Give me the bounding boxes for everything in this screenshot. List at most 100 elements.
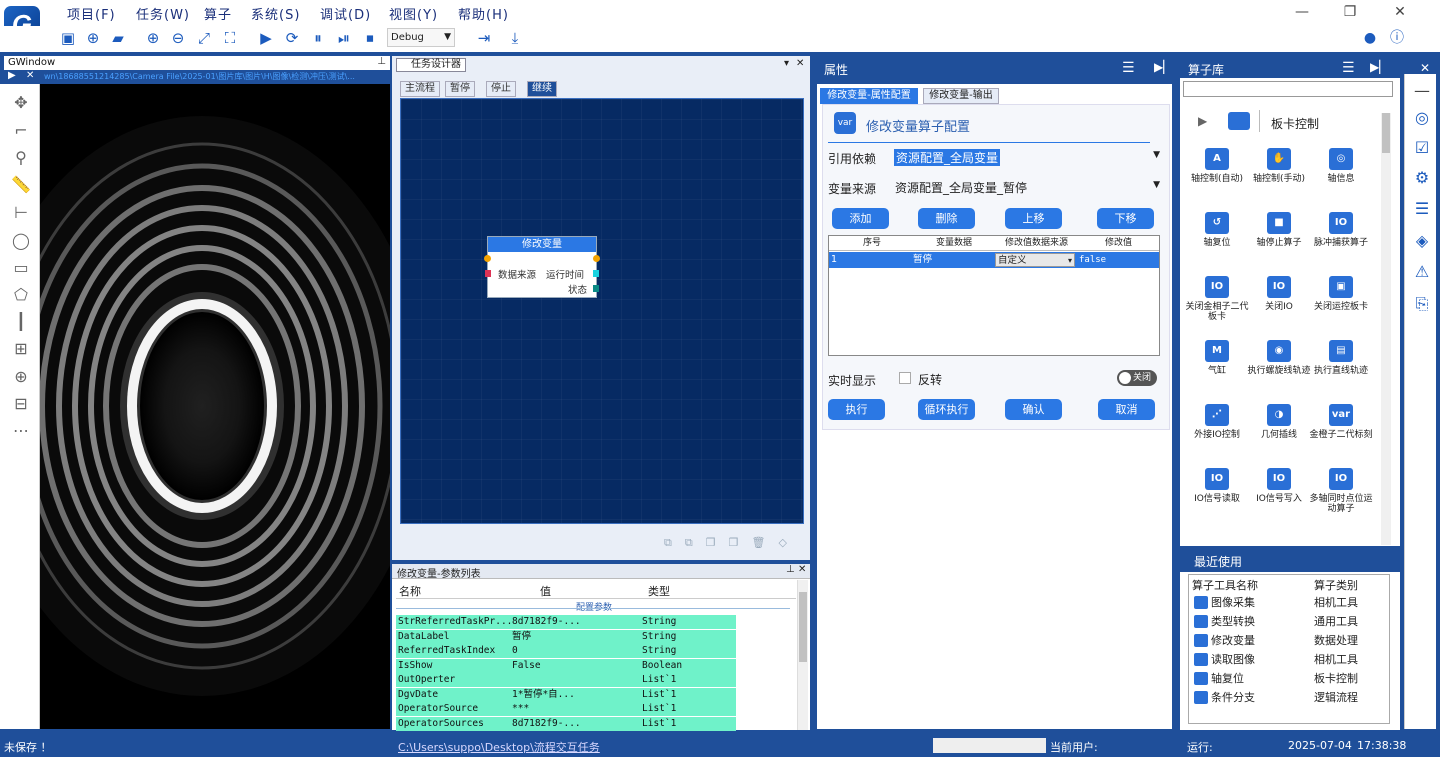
dash-icon[interactable]: — (1411, 80, 1433, 102)
checklist-icon[interactable]: ☑ (1411, 137, 1433, 159)
open-folder-icon[interactable]: ▰ (108, 28, 128, 48)
param-row[interactable]: ReferredTaskIndex 0 String (396, 644, 736, 658)
rect-roi-icon[interactable]: ▭ (10, 257, 32, 279)
info-icon[interactable]: ⓘ (1387, 28, 1407, 48)
library-search-input[interactable] (1183, 81, 1393, 97)
clear-icon[interactable]: ◇ (778, 536, 799, 549)
library-item[interactable]: IO 关闭IO (1246, 276, 1312, 312)
menu-operator[interactable]: 算子 (204, 4, 232, 23)
recent-row[interactable]: 修改变量 数据处理 (1192, 631, 1388, 650)
output-port-icon[interactable] (593, 255, 600, 262)
tab-continue[interactable]: 继续 (527, 81, 557, 97)
ref-select[interactable]: 资源配置_全局变量 ▼ (890, 147, 1164, 166)
time-port-icon[interactable] (593, 270, 599, 277)
library-item[interactable]: A 轴控制(自动) (1184, 148, 1250, 184)
param-row[interactable]: DataLabel 暂停 String (396, 629, 736, 644)
select-icon[interactable]: ⌐ (10, 120, 32, 142)
layers-icon[interactable]: ◈ (1411, 230, 1433, 252)
collapse-icon[interactable]: ▶▏ (1154, 60, 1172, 74)
camera-image[interactable] (40, 84, 390, 729)
pin-icon[interactable]: ⊥ (786, 564, 795, 575)
input-port-icon[interactable] (484, 255, 491, 262)
source-select[interactable]: 资源配置_全局变量_暂停 ▼ (890, 177, 1164, 196)
scrollbar-thumb[interactable] (1382, 113, 1390, 153)
close-icon[interactable]: ✕ (26, 70, 34, 81)
library-item[interactable]: ↺ 轴复位 (1184, 212, 1250, 248)
library-item[interactable]: IO IO信号读取 (1184, 468, 1250, 504)
add-region-icon[interactable]: ⊕ (10, 366, 32, 388)
cancel-button[interactable]: 取消 (1098, 399, 1155, 420)
polygon-roi-icon[interactable]: ⬠ (10, 284, 32, 306)
library-item[interactable]: M 气缸 (1184, 340, 1250, 376)
grid-cell-source-select[interactable]: 自定义 ▾ (995, 253, 1075, 267)
data-port-icon[interactable] (485, 270, 491, 277)
move-down-button[interactable]: 下移 (1097, 208, 1154, 229)
network-icon[interactable]: ⎘ (1411, 293, 1433, 315)
close-icon[interactable]: ✕ (1420, 61, 1430, 75)
step-into-icon[interactable]: ⤓ (505, 28, 525, 48)
library-item[interactable]: ◑ 几何插线 (1246, 404, 1312, 440)
measure-icon[interactable]: ⊢ (10, 202, 32, 224)
invert-checkbox[interactable] (899, 372, 911, 384)
align-icon[interactable]: ⧉ (664, 536, 685, 549)
move-up-button[interactable]: 上移 (1005, 208, 1062, 229)
tab-stop[interactable]: 停止 (486, 81, 516, 97)
stop-icon[interactable]: ⏹ (360, 28, 380, 48)
menu-icon[interactable]: ☰ (1342, 60, 1355, 76)
grid-row[interactable]: 1 暂停 自定义 ▾ false (829, 252, 1159, 268)
library-item[interactable]: ◉ 执行螺旋线轨迹 (1246, 340, 1312, 376)
menu-help[interactable]: 帮助(H) (458, 4, 509, 23)
library-item[interactable]: ■ 轴停止算子 (1246, 212, 1312, 248)
realtime-toggle[interactable]: 关闭 (1117, 370, 1157, 386)
param-row[interactable]: DgvDate 1*暂停*自... List`1 (396, 687, 736, 702)
library-item[interactable]: ◎ 轴信息 (1308, 148, 1374, 184)
library-item[interactable]: ✋ 轴控制(手动) (1246, 148, 1312, 184)
circle-roi-icon[interactable]: ◯ (10, 230, 32, 252)
group-icon[interactable]: ⧉ (685, 536, 706, 549)
library-item[interactable]: var 金橙子二代标刻 (1308, 404, 1374, 440)
fullscreen-icon[interactable]: ⛶ (220, 28, 240, 48)
mode-select[interactable]: Debug ▼ (387, 28, 455, 47)
library-item[interactable]: IO IO信号写入 (1246, 468, 1312, 504)
recent-row[interactable]: 轴复位 板卡控制 (1192, 669, 1388, 688)
library-item[interactable]: IO 脉冲捕获算子 (1308, 212, 1374, 248)
recent-row[interactable]: 读取图像 相机工具 (1192, 650, 1388, 669)
pin-icon[interactable]: ⊥ (377, 56, 386, 67)
flow-node[interactable]: 修改变量 数据来源 运行时间 状态 (484, 236, 600, 298)
library-item[interactable]: IO 关闭金相子二代板卡 (1184, 276, 1250, 322)
paste-icon[interactable]: ❐ (729, 536, 752, 549)
recent-row[interactable]: 条件分支 逻辑流程 (1192, 688, 1388, 707)
recent-row[interactable]: 类型转换 通用工具 (1192, 612, 1388, 631)
dropdown-icon[interactable]: ▾ (784, 58, 789, 69)
tab-main-flow[interactable]: 主流程 (400, 81, 440, 97)
menu-project[interactable]: 项目(F) (67, 4, 116, 23)
flow-canvas[interactable]: 修改变量 数据来源 运行时间 状态 (400, 98, 804, 524)
status-port-icon[interactable] (593, 285, 599, 292)
library-item[interactable]: ⋰ 外接IO控制 (1184, 404, 1250, 440)
param-row[interactable]: OperatorSource *** List`1 (396, 702, 736, 716)
grid-tool-icon[interactable]: ⊞ (10, 338, 32, 360)
library-scrollbar[interactable] (1381, 113, 1391, 545)
menu-icon[interactable]: ☰ (1122, 60, 1135, 76)
scrollbar-thumb[interactable] (799, 592, 807, 662)
pin-icon[interactable]: ▶ (8, 70, 16, 81)
tab-output[interactable]: 修改变量-输出 (923, 88, 999, 104)
expand-icon[interactable]: ▶ (1198, 114, 1207, 128)
confirm-button[interactable]: 确认 (1005, 399, 1062, 420)
menu-debug[interactable]: 调试(D) (320, 4, 371, 23)
params-scrollbar[interactable] (797, 580, 808, 730)
zoom-in-icon[interactable]: ⊕ (143, 28, 163, 48)
new-icon[interactable]: ⊕ (83, 28, 103, 48)
collapse-icon[interactable]: ▶▏ (1370, 60, 1388, 74)
tab-pause[interactable]: 暂停 (445, 81, 475, 97)
delete-button[interactable]: 删除 (918, 208, 975, 229)
run-icon[interactable]: ▶ (256, 28, 276, 48)
loop-execute-button[interactable]: 循环执行 (918, 399, 975, 420)
more-icon[interactable]: ⋯ (10, 420, 32, 442)
param-row[interactable]: StrReferredTaskPr... 8d7182f9-... String (396, 615, 736, 629)
warning-icon[interactable]: ⚠ (1411, 261, 1433, 283)
subtract-region-icon[interactable]: ⊟ (10, 393, 32, 415)
tab-property-config[interactable]: 修改变量-属性配置 (820, 88, 918, 104)
add-button[interactable]: 添加 (832, 208, 889, 229)
close-icon[interactable]: ✕ (796, 58, 804, 69)
